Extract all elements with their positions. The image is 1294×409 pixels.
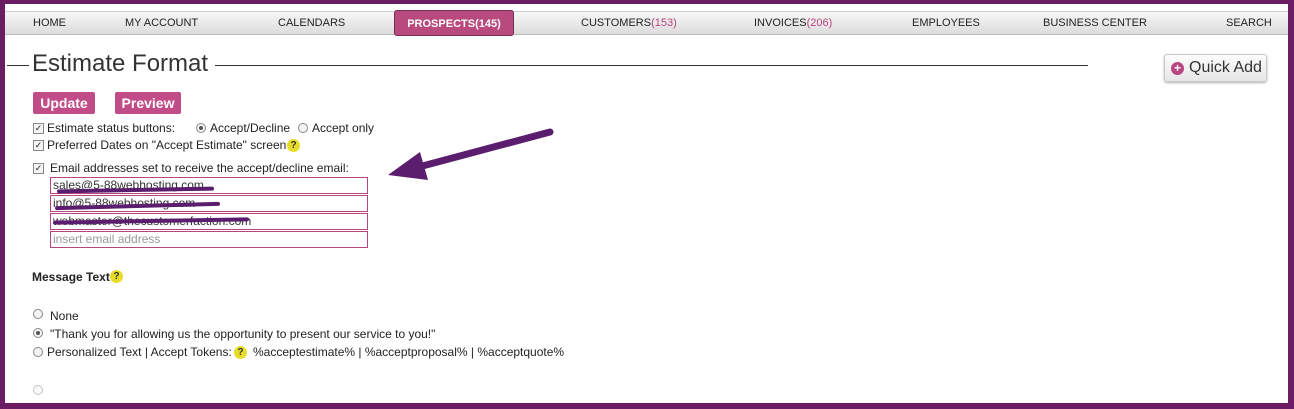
accept-decline-label: Accept/Decline [210,121,291,135]
message-text-heading: Message Text [32,270,110,284]
app-frame: HOME MY ACCOUNT CALENDARS PROSPECTS(145)… [5,4,1288,403]
nav-customers[interactable]: CUSTOMERS(153) [581,12,677,34]
preferred-dates-checkbox[interactable]: ✓ [33,140,44,151]
update-button[interactable]: Update [33,92,95,114]
annotation-arrow-icon [388,128,554,180]
email-checkbox[interactable]: ✓ [33,163,44,174]
help-icon[interactable]: ? [234,346,247,359]
customers-count: (153) [651,17,677,29]
message-extra-radio[interactable] [33,385,43,395]
email-label: Email addresses set to receive the accep… [50,161,349,175]
nav-employees[interactable]: EMPLOYEES [912,12,980,34]
nav-prospects[interactable]: PROSPECTS(145) [394,10,514,36]
message-none-label: None [50,309,79,323]
nav-search[interactable]: SEARCH [1226,12,1272,34]
title-rule-left [7,65,29,66]
email-field-new[interactable]: insert email address [50,231,368,248]
title-rule-right [215,65,1088,66]
prospects-count: (145) [475,18,501,30]
preview-button[interactable]: Preview [115,92,181,114]
message-thanks-label: "Thank you for allowing us the opportuni… [50,327,436,341]
invoices-count: (206) [806,17,833,29]
message-none-radio[interactable] [33,309,43,319]
accept-decline-radio[interactable] [196,123,206,133]
nav-business-center[interactable]: BUSINESS CENTER [1043,12,1147,34]
quick-add-label: Quick Add [1189,59,1262,76]
accept-tokens: %acceptestimate% | %acceptproposal% | %a… [253,345,565,359]
message-thanks-radio[interactable] [33,328,43,338]
help-icon[interactable]: ? [287,139,300,152]
page-title: Estimate Format [32,50,209,77]
accept-only-radio[interactable] [298,123,308,133]
help-icon[interactable]: ? [110,270,123,283]
nav-invoices[interactable]: INVOICES(206) [754,12,832,34]
message-personalized-radio[interactable] [33,347,43,357]
accept-only-label: Accept only [312,121,375,135]
message-personalized-label: Personalized Text | Accept Tokens: [47,345,232,359]
status-buttons-label: Estimate status buttons: [47,121,176,135]
preferred-dates-label: Preferred Dates on "Accept Estimate" scr… [47,138,287,152]
plus-icon: + [1171,62,1184,75]
top-nav: HOME MY ACCOUNT CALENDARS PROSPECTS(145)… [5,10,1288,36]
nav-my-account[interactable]: MY ACCOUNT [125,12,198,34]
nav-calendars[interactable]: CALENDARS [278,12,345,34]
quick-add-button[interactable]: + Quick Add [1164,54,1267,82]
status-buttons-checkbox[interactable]: ✓ [33,123,44,134]
nav-home[interactable]: HOME [33,12,66,34]
